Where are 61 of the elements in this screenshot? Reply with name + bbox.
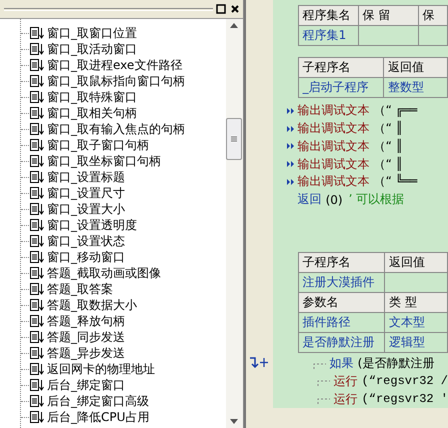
tree-item[interactable]: 窗口_设置大小: [47, 200, 125, 218]
code-args: （“ ║: [374, 156, 403, 173]
code-args: (“regsvr32 ': [362, 392, 448, 406]
table-cell: 子程序名: [298, 252, 385, 272]
tree-item[interactable]: 后台_绑定窗口: [47, 376, 125, 394]
table-cell: 子程序名: [298, 58, 384, 78]
code-keyword: 输出调试文本: [298, 156, 370, 173]
code-args: （“ ╚══: [374, 173, 418, 190]
table-cell: 逻辑型: [384, 332, 448, 352]
code-keyword: 输出调试文本: [298, 120, 370, 138]
code-keyword: 运行: [334, 372, 358, 390]
table-cell: 整数型: [384, 78, 448, 98]
tree-item[interactable]: 答题_同步发送: [47, 328, 125, 346]
tree-item[interactable]: 返回网卡的物理地址: [47, 360, 155, 378]
tree-item[interactable]: 窗口_取活动窗口: [47, 40, 137, 58]
tree-item[interactable]: 窗口_设置透明度: [47, 216, 137, 234]
tree-item[interactable]: 后台_降低CPU占用: [47, 408, 150, 426]
tree-item[interactable]: 窗口_取特殊窗口: [47, 88, 137, 106]
table-cell: 程序集名: [298, 6, 358, 26]
tree-item[interactable]: 答题_截取动画或图像: [47, 264, 161, 282]
table-cell: 注册大漠插件: [298, 272, 385, 292]
tree-item[interactable]: 窗口_取鼠标指向窗口句柄: [47, 72, 185, 90]
table-cell: 文本型: [384, 312, 448, 332]
tree-item[interactable]: 窗口_取窗口位置: [47, 24, 137, 42]
tree-item[interactable]: 窗口_取子窗口句柄: [47, 136, 149, 154]
code-args: （“ ║: [374, 138, 403, 155]
tree-item[interactable]: 窗口_设置尺寸: [47, 184, 125, 202]
code-keyword: 输出调试文本: [298, 138, 370, 155]
tree-item[interactable]: 窗口_设置标题: [47, 168, 125, 186]
code-keyword: 输出调试文本: [298, 102, 370, 120]
tree-item[interactable]: 窗口_取进程exe文件路径: [47, 56, 182, 74]
tree-item[interactable]: 后台_绑定窗口高级: [47, 392, 149, 410]
table-cell: 类 型: [384, 292, 448, 312]
code-comment: ’ 可以根据: [348, 191, 404, 208]
table-cell: 返回值: [384, 58, 448, 78]
table-cell: 保 留: [358, 6, 418, 26]
code-args: （“ ║: [374, 120, 403, 138]
code-keyword: 返回: [298, 191, 322, 208]
code-args: (是否静默注册: [358, 355, 434, 372]
tree-item[interactable]: 窗口_取坐标窗口句柄: [47, 152, 161, 170]
tree-item[interactable]: 窗口_移动窗口: [47, 248, 125, 266]
tree-item[interactable]: 答题_取数据大小: [47, 296, 137, 314]
table-cell: 返回值: [384, 252, 448, 272]
code-args: （“ ╔══: [374, 102, 418, 120]
tree-item[interactable]: 答题_取答案: [47, 280, 113, 298]
table-cell: 程序集1: [298, 26, 358, 46]
code-args: (“regsvr32 /: [362, 374, 448, 388]
tree-item[interactable]: 窗口_取相关句柄: [47, 104, 137, 122]
table-cell: _启动子程序: [298, 78, 384, 98]
code-keyword: 运行: [334, 390, 358, 408]
table-cell: 参数名: [298, 292, 385, 312]
table-cell: 插件路径: [298, 312, 385, 332]
tree-item[interactable]: 窗口_设置状态: [47, 232, 125, 250]
tree-item[interactable]: 答题_释放句柄: [47, 312, 125, 330]
code-keyword: 输出调试文本: [298, 173, 370, 190]
tree-item[interactable]: 答题_异步发送: [47, 344, 125, 362]
tree-item[interactable]: 窗口_取有输入焦点的句柄: [47, 120, 185, 138]
table-cell: 保: [418, 6, 448, 26]
code-keyword: 如果: [330, 355, 354, 372]
table-cell: 是否静默注册: [298, 332, 385, 352]
code-args: (0): [326, 192, 343, 207]
